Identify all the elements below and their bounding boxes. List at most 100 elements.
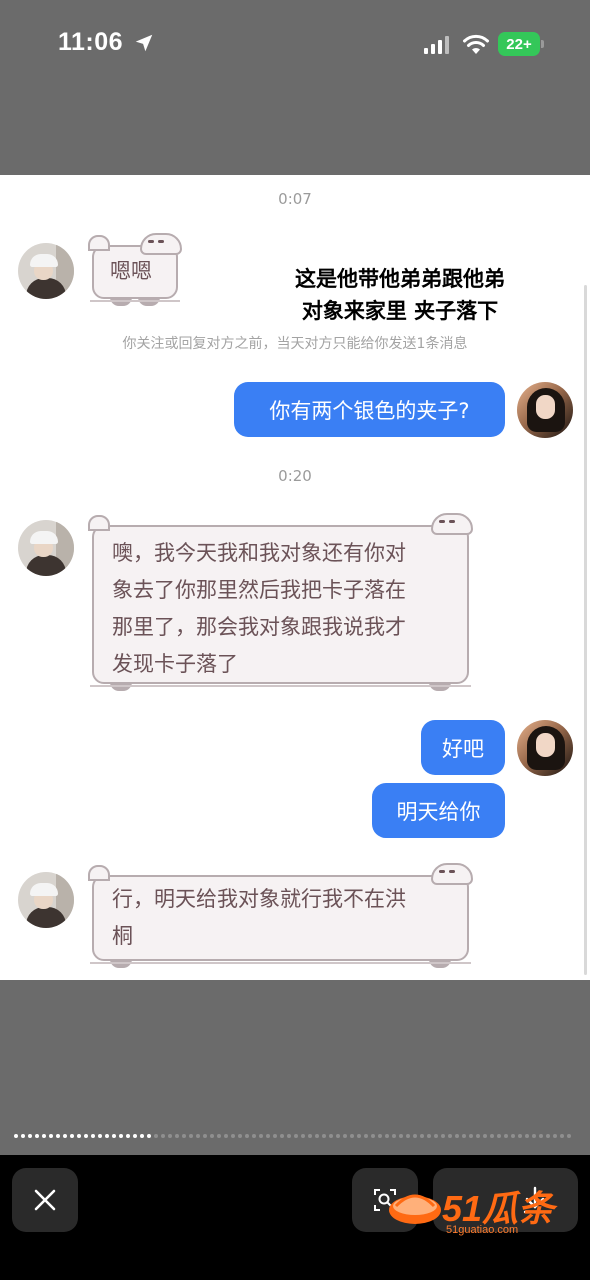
page-dot: [504, 1134, 508, 1138]
sent-message-bubble: 明天给你: [372, 783, 505, 838]
location-arrow-icon: [135, 34, 153, 52]
page-dot: [133, 1134, 137, 1138]
overlay-caption-line: 对象来家里 夹子落下: [301, 299, 499, 323]
page-dot: [154, 1134, 158, 1138]
page-dot: [357, 1134, 361, 1138]
page-dot: [413, 1134, 417, 1138]
overlay-caption: 这是他带他弟弟跟他弟 对象来家里 夹子落下: [260, 263, 540, 327]
message-text: 好吧: [442, 736, 484, 761]
page-dot: [434, 1134, 438, 1138]
page-dot: [63, 1134, 67, 1138]
page-dot: [343, 1134, 347, 1138]
contact-avatar[interactable]: [18, 243, 74, 299]
status-bar: 11:06 22+: [0, 0, 590, 90]
page-dot: [287, 1134, 291, 1138]
message-text: 明天给你: [396, 799, 481, 824]
page-dot: [399, 1134, 403, 1138]
sent-message-bubble: 你有两个银色的夹子?: [234, 382, 505, 437]
page-dot: [427, 1134, 431, 1138]
page-dot: [553, 1134, 557, 1138]
page-dot: [315, 1134, 319, 1138]
page-dot: [273, 1134, 277, 1138]
close-button[interactable]: [12, 1168, 78, 1232]
overlay-caption-line: 这是他带他弟弟跟他弟: [295, 267, 505, 291]
page-dot: [392, 1134, 396, 1138]
page-dot: [105, 1134, 109, 1138]
page-dot: [35, 1134, 39, 1138]
page-dot: [140, 1134, 144, 1138]
page-dot: [294, 1134, 298, 1138]
message-text: 行，明天给我对象就行我不在洪 桐: [94, 877, 467, 959]
message-line: 象去了你那里然后我把卡子落在: [112, 578, 406, 602]
page-dot: [259, 1134, 263, 1138]
page-dot: [168, 1134, 172, 1138]
page-dot: [560, 1134, 564, 1138]
page-dot: [98, 1134, 102, 1138]
page-dot: [378, 1134, 382, 1138]
my-avatar[interactable]: [517, 382, 573, 438]
message-line: 行，明天给我对象就行我不在洪: [112, 887, 406, 911]
page-dot: [49, 1134, 53, 1138]
page-dot: [462, 1134, 466, 1138]
message-text: 你有两个银色的夹子?: [269, 398, 470, 423]
status-time: 11:06: [58, 28, 124, 56]
page-dot: [322, 1134, 326, 1138]
page-dot: [189, 1134, 193, 1138]
page-dot: [329, 1134, 333, 1138]
message-line: 那里了，那会我对象跟我说我才: [112, 615, 406, 639]
page-dot: [301, 1134, 305, 1138]
page-dot: [525, 1134, 529, 1138]
battery-tip: [541, 40, 544, 48]
page-dot: [147, 1134, 151, 1138]
timestamp: 0:20: [278, 467, 312, 485]
page-dot: [161, 1134, 165, 1138]
image-page-indicator[interactable]: [14, 1134, 576, 1140]
page-dot: [364, 1134, 368, 1138]
page-dot: [539, 1134, 543, 1138]
page-dot: [196, 1134, 200, 1138]
received-message-bubble: 噢，我今天我和我对象还有你对 象去了你那里然后我把卡子落在 那里了，那会我对象跟…: [88, 513, 473, 691]
chat-screenshot: 0:07 嗯嗯 这是他带他弟弟跟他弟 对象来家里 夹子落下 你关注或回复对方之前…: [0, 175, 590, 980]
page-dot: [182, 1134, 186, 1138]
page-dot: [238, 1134, 242, 1138]
page-dot: [476, 1134, 480, 1138]
page-dot: [224, 1134, 228, 1138]
watermark-logo: 51瓜条 51guatiao.com: [386, 1182, 581, 1242]
page-dot: [308, 1134, 312, 1138]
close-icon: [34, 1189, 56, 1211]
page-dot: [441, 1134, 445, 1138]
received-message-bubble: 行，明天给我对象就行我不在洪 桐: [88, 863, 473, 968]
page-dot: [119, 1134, 123, 1138]
contact-avatar[interactable]: [18, 872, 74, 928]
wifi-icon: [463, 34, 489, 54]
page-dot: [406, 1134, 410, 1138]
page-dot: [14, 1134, 18, 1138]
page-dot: [245, 1134, 249, 1138]
page-dot: [371, 1134, 375, 1138]
page-dot: [336, 1134, 340, 1138]
page-dot: [266, 1134, 270, 1138]
page-dot: [252, 1134, 256, 1138]
my-avatar[interactable]: [517, 720, 573, 776]
page-dot: [518, 1134, 522, 1138]
page-dot: [112, 1134, 116, 1138]
page-dot: [511, 1134, 515, 1138]
message-line: 桐: [112, 924, 133, 948]
sent-message-bubble: 好吧: [421, 720, 505, 775]
page-dot: [77, 1134, 81, 1138]
page-dot: [420, 1134, 424, 1138]
page-dot: [497, 1134, 501, 1138]
page-dot: [91, 1134, 95, 1138]
page-dot: [70, 1134, 74, 1138]
contact-avatar[interactable]: [18, 520, 74, 576]
page-dot: [21, 1134, 25, 1138]
received-message-bubble: 嗯嗯: [88, 233, 182, 306]
page-dot: [350, 1134, 354, 1138]
page-dot: [231, 1134, 235, 1138]
page-dot: [42, 1134, 46, 1138]
page-dot: [217, 1134, 221, 1138]
timestamp: 0:07: [278, 190, 312, 208]
battery-indicator: 22+: [498, 32, 540, 56]
scrollbar[interactable]: [584, 285, 587, 975]
page-dot: [469, 1134, 473, 1138]
